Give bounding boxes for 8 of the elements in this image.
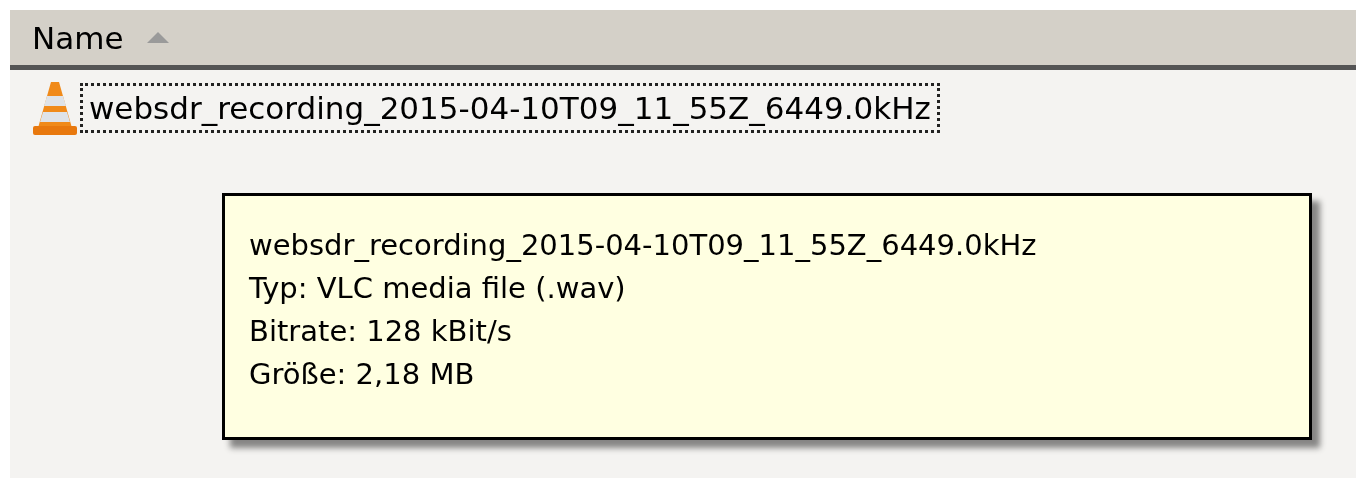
column-label: Name xyxy=(32,19,124,56)
traffic-cone-icon xyxy=(32,80,78,136)
file-name[interactable]: websdr_recording_2015-04-10T09_11_55Z_6449.0kHz xyxy=(80,83,940,133)
tooltip-text: Bitrate: 128 kBit/s xyxy=(249,313,513,350)
tooltip-text: Größe: 2,18 MB xyxy=(249,356,476,393)
tooltip-text: websdr_recording_2015-04-10T09_11_55Z_6449.0kHz xyxy=(249,227,1038,264)
column-header[interactable]: Name xyxy=(10,10,170,65)
tooltip-text: Typ: VLC media file (.wav) xyxy=(249,270,627,307)
